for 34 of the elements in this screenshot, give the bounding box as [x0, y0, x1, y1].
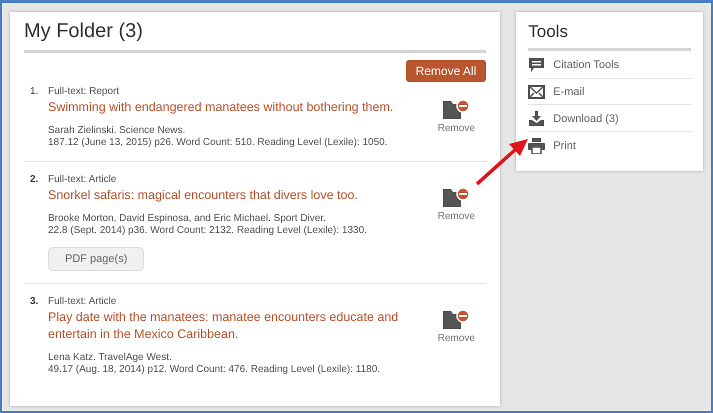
record-details: 22.8 (Sept. 2014) p36. Word Count: 2132. Reading Level (Lexile): 1330.	[48, 224, 368, 237]
tool-link[interactable]: Download (3)	[528, 105, 691, 132]
record-type: Full-text: Report	[48, 86, 120, 97]
tool-link[interactable]: Print	[528, 132, 691, 159]
remove-button[interactable]: Remove	[432, 296, 480, 376]
download-icon	[528, 111, 546, 126]
record-details: 187.12 (June 13, 2015) p26. Word Count: 510. Reading Level (Lexile): 1050.	[48, 136, 388, 149]
remove-button[interactable]: Remove	[432, 174, 480, 271]
printer-icon	[528, 138, 546, 154]
tool-link[interactable]: E-mail	[528, 79, 691, 105]
envelope-icon	[528, 85, 546, 99]
record-title-link[interactable]: Snorkel safaris: magical encounters that divers love too.	[48, 186, 428, 204]
record-type: Full-text: Article	[48, 174, 118, 185]
record-title-link[interactable]: Swimming with endangered manatees without bothering them.	[48, 99, 428, 116]
tool-link[interactable]: Citation Tools	[528, 51, 691, 79]
record-number: 1.	[30, 86, 40, 99]
record-source: Lena Katz. TravelAge West.	[48, 352, 173, 364]
arrow-drawing	[476, 139, 528, 185]
folder-remove-icon	[442, 308, 470, 330]
record-details: 49.17 (Aug. 18, 2014) p12. Word Count: 476. Reading Level (Lexile): 1180.	[48, 364, 382, 376]
remove-all-button[interactable]: Remove All	[406, 60, 486, 82]
pdf-button[interactable]: PDF page(s)	[48, 246, 144, 271]
record-source: Sarah Zielinski. Science News.	[48, 124, 186, 137]
record-title-link[interactable]: Play date with the manatees: manatee encounters educate and entertain in the Mexico Caribbean.	[48, 308, 428, 342]
record-source: Brooke Morton, David Espinosa, and Eric Michael. Sport Diver.	[48, 212, 327, 225]
folder-remove-icon	[442, 186, 470, 208]
speech-bubble-icon	[528, 57, 546, 73]
record-number: 2.	[30, 174, 40, 187]
tools-title: Tools	[528, 22, 569, 42]
record-number: 3.	[30, 296, 40, 309]
folder-remove-icon	[442, 98, 470, 120]
remove-button[interactable]: Remove	[432, 86, 480, 149]
record-type: Full-text: Article	[48, 296, 118, 307]
folder-title: My Folder (3)	[24, 20, 144, 43]
